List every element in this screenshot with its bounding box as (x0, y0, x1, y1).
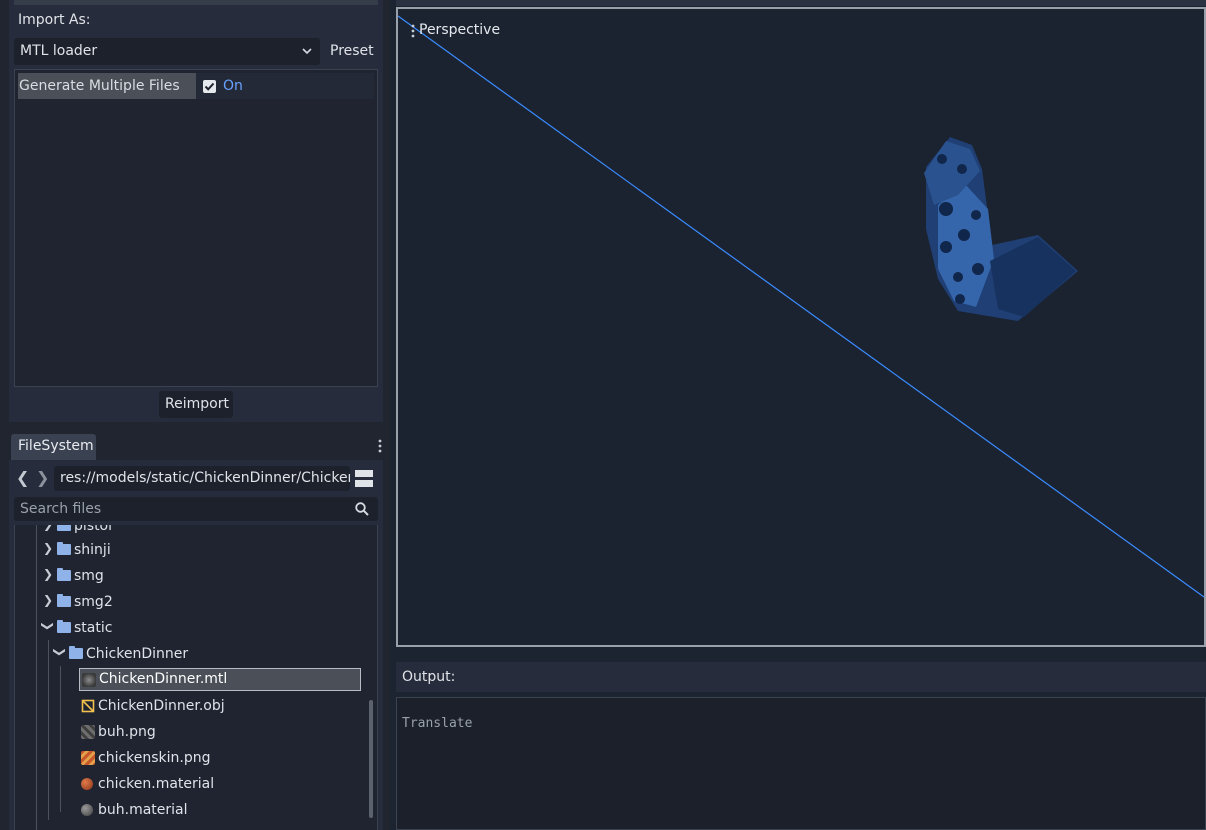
tree-guide-line (60, 666, 61, 812)
tree-item-buh-png[interactable]: buh.png (79, 721, 361, 745)
image-thumbnail-icon (81, 751, 95, 765)
chevron-right-icon[interactable]: ❯ (43, 541, 53, 555)
search-input[interactable] (20, 500, 350, 518)
chevron-down-icon (302, 48, 312, 55)
material-sphere-icon (81, 804, 93, 816)
tree-item-label: ChickenDinner.obj (98, 698, 225, 714)
chevron-right-icon[interactable]: ❯ (43, 525, 53, 531)
folder-icon (57, 594, 71, 607)
tree-item-label: buh.material (98, 802, 188, 818)
reimport-button-label: Reimport (165, 396, 229, 412)
forward-arrow-icon[interactable]: ❯ (36, 468, 52, 488)
image-thumbnail-icon (81, 725, 95, 739)
folder-icon (69, 646, 83, 659)
3d-viewport[interactable]: Perspective (396, 7, 1206, 647)
search-icon[interactable] (354, 501, 370, 517)
option-name-cell: Generate Multiple Files (18, 73, 196, 99)
output-title: Output: (402, 669, 456, 685)
tree-item-smg2[interactable]: ❯ smg2 (15, 591, 377, 615)
tree-item-label: smg2 (74, 594, 113, 610)
viewport-toolbar-strip (396, 0, 1206, 6)
path-text: res://models/static/ChickenDinner/Chicke… (60, 470, 350, 486)
tree-item-chickendinner-obj[interactable]: ChickenDinner.obj (79, 695, 361, 719)
tree-item-label: static (74, 620, 113, 636)
tree-item-shinji[interactable]: ❯ shinji (15, 539, 377, 563)
importer-select-value: MTL loader (20, 43, 98, 59)
reimport-button[interactable]: Reimport (159, 391, 233, 418)
tree-item-chicken-material[interactable]: chicken.material (79, 773, 361, 797)
import-options-list: Generate Multiple Files On (14, 69, 378, 387)
tree-item-pistol[interactable]: ❯ pistol (15, 525, 377, 539)
tree-item-chickendinner[interactable]: ❯ ChickenDinner (15, 643, 377, 667)
mesh-icon (81, 699, 95, 713)
folder-icon (57, 525, 71, 531)
tree-item-label: shinji (74, 542, 111, 558)
tree-item-label: ChickenDinner (86, 646, 189, 662)
perspective-menu-button[interactable]: Perspective (419, 22, 500, 38)
output-log-line: Translate (402, 716, 473, 731)
import-as-label: Import As: (18, 12, 91, 28)
kebab-menu-icon[interactable] (377, 438, 383, 454)
chicken-mesh (924, 137, 1078, 321)
kebab-menu-icon[interactable] (411, 23, 415, 39)
tree-item-chickenskin-png[interactable]: chickenskin.png (79, 747, 361, 771)
option-value-toggle[interactable]: On (223, 78, 243, 94)
material-sphere-icon (82, 673, 96, 687)
tree-item-buh-material[interactable]: buh.material (79, 799, 361, 823)
option-name: Generate Multiple Files (19, 78, 180, 94)
output-log: Translate (396, 697, 1206, 830)
material-sphere-icon (81, 778, 93, 790)
axis-line (398, 15, 1204, 598)
checkbox-checked-icon[interactable] (203, 80, 216, 93)
path-field[interactable]: res://models/static/ChickenDinner/Chicke… (54, 466, 350, 491)
preset-button[interactable]: Preset (324, 38, 378, 65)
folder-icon (57, 542, 71, 555)
chevron-down-icon[interactable]: ❯ (41, 621, 55, 631)
chevron-right-icon[interactable]: ❯ (43, 593, 53, 607)
tab-filesystem[interactable]: FileSystem (11, 434, 96, 460)
search-field[interactable] (14, 497, 378, 521)
split-view-toggle-icon[interactable] (355, 470, 373, 487)
tree-item-label: pistol (74, 525, 113, 534)
folder-icon (57, 620, 71, 633)
tree-scrollbar[interactable] (369, 700, 373, 818)
folder-icon (57, 568, 71, 581)
tree-item-label: ChickenDinner.mtl (99, 671, 228, 687)
file-tree: ❯ pistol ❯ shinji ❯ smg ❯ smg2 ❯ static … (14, 525, 378, 830)
tree-item-smg[interactable]: ❯ smg (15, 565, 377, 589)
tree-guide-line (48, 640, 49, 820)
tree-item-label: buh.png (98, 724, 156, 740)
back-arrow-icon[interactable]: ❮ (16, 468, 32, 488)
tree-item-label: chicken.material (98, 776, 215, 792)
chevron-right-icon[interactable]: ❯ (43, 567, 53, 581)
importer-select[interactable]: MTL loader (14, 38, 320, 65)
tree-item-label: smg (74, 568, 104, 584)
tab-filesystem-label: FileSystem (18, 438, 94, 454)
tree-item-label: chickenskin.png (98, 750, 211, 766)
viewport-scene (398, 15, 1204, 598)
output-panel-header: Output: (396, 662, 1206, 692)
preset-button-label: Preset (330, 43, 374, 59)
import-panel-top-edge (14, 0, 378, 5)
tree-item-chickendinner-mtl-selected[interactable]: ChickenDinner.mtl (79, 668, 361, 691)
option-row-generate-multiple-files: Generate Multiple Files On (18, 73, 374, 99)
tree-item-static[interactable]: ❯ static (15, 617, 377, 641)
chevron-down-icon[interactable]: ❯ (53, 647, 67, 657)
